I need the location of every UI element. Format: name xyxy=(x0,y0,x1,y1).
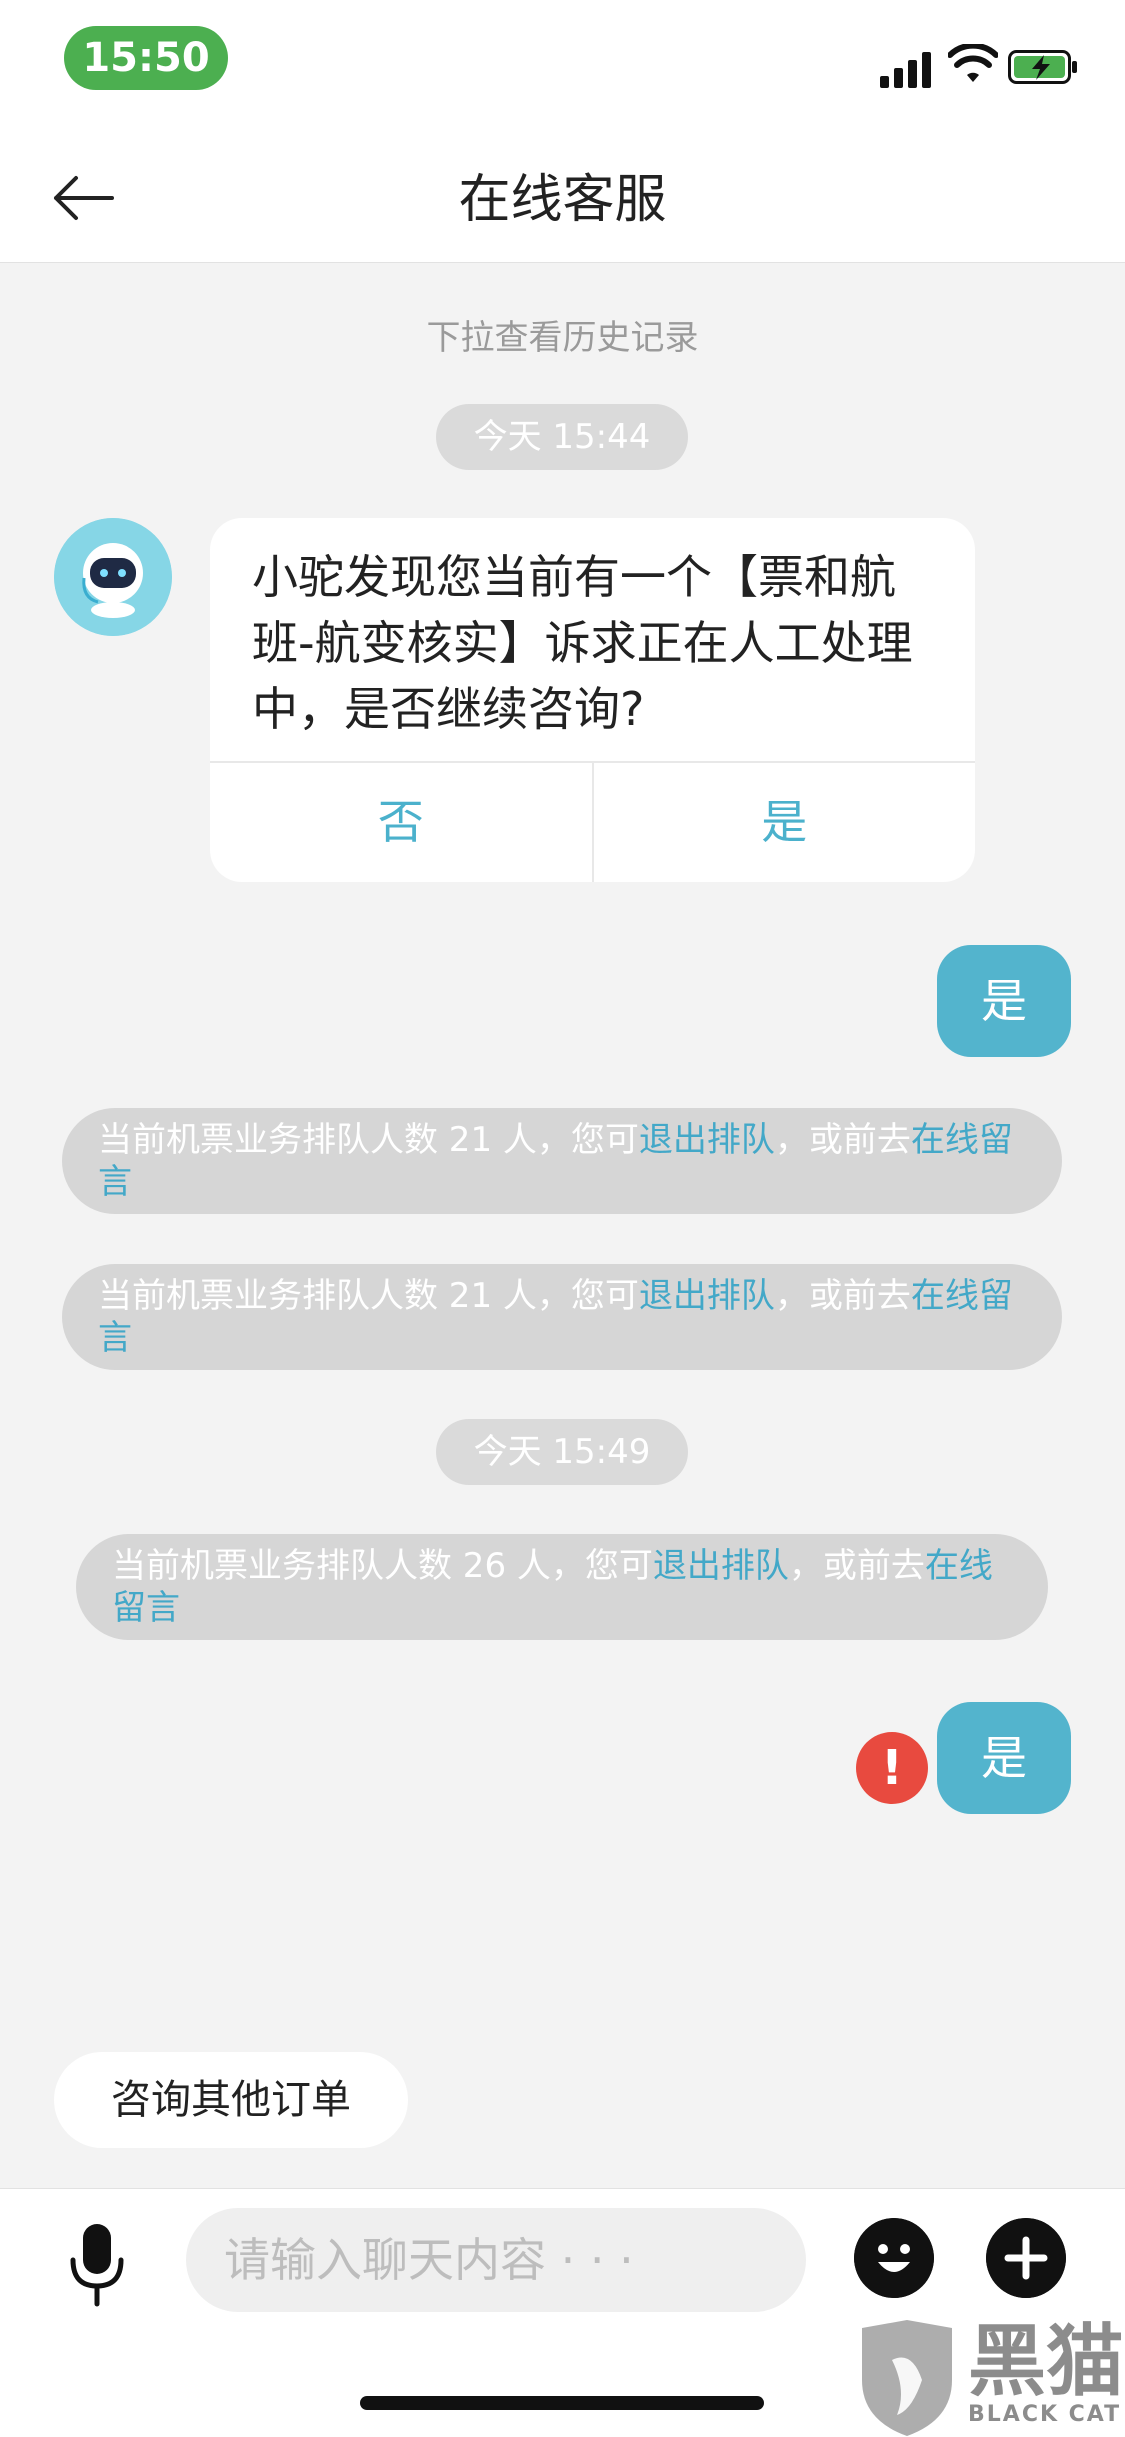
notice-text: 当前机票业务排队人数 21 人，您可 xyxy=(98,1120,639,1160)
microphone-icon[interactable] xyxy=(68,2222,126,2308)
plus-icon[interactable] xyxy=(986,2218,1066,2298)
watermark-brand: 黑猫 xyxy=(968,2317,1125,2407)
notice-text: 当前机票业务排队人数 21 人，您可 xyxy=(98,1276,639,1316)
notice-text: 当前机票业务排队人数 26 人，您可 xyxy=(112,1546,653,1586)
user-message-bubble: 是 xyxy=(937,945,1071,1057)
option-no-button[interactable]: 否 xyxy=(210,763,592,882)
option-yes-button[interactable]: 是 xyxy=(591,763,976,882)
history-hint[interactable]: 下拉查看历史记录 xyxy=(0,310,1125,359)
bot-message-card: 小驼发现您当前有一个【票和航班-航变核实】诉求正在人工处理中，是否继续咨询? 否… xyxy=(210,518,975,882)
wifi-icon xyxy=(948,44,998,82)
notice-text: ，或前去 xyxy=(788,1546,925,1586)
battery-charging-icon xyxy=(1008,50,1077,84)
bot-message-text: 小驼发现您当前有一个【票和航班-航变核实】诉求正在人工处理中，是否继续咨询? xyxy=(252,550,913,736)
watermark-brand-en: BLACK CAT xyxy=(968,2402,1122,2427)
consult-other-orders-button[interactable]: 咨询其他订单 xyxy=(54,2052,408,2148)
queue-notice: 当前机票业务排队人数 21 人，您可退出排队，或前去在线留言 xyxy=(62,1108,1062,1214)
queue-notice: 当前机票业务排队人数 21 人，您可退出排队，或前去在线留言 xyxy=(62,1264,1062,1370)
chat-input[interactable] xyxy=(186,2208,806,2312)
home-indicator xyxy=(360,2396,764,2410)
signal-icon xyxy=(880,48,932,88)
notice-text: ，或前去 xyxy=(774,1276,911,1316)
exit-queue-link[interactable]: 退出排队 xyxy=(639,1120,775,1160)
timestamp-pill: 今天 15:44 xyxy=(436,404,688,470)
user-message-bubble: 是 xyxy=(937,1702,1071,1814)
notice-text: ，或前去 xyxy=(774,1120,911,1160)
bot-avatar-icon xyxy=(54,518,172,636)
timestamp-pill: 今天 15:49 xyxy=(436,1419,688,1485)
status-time: 15:50 xyxy=(64,26,228,90)
exit-queue-link[interactable]: 退出排队 xyxy=(639,1276,775,1316)
page-title: 在线客服 xyxy=(458,170,667,230)
cat-logo-icon xyxy=(862,2320,952,2436)
exit-queue-link[interactable]: 退出排队 xyxy=(653,1546,789,1586)
emoji-icon[interactable] xyxy=(854,2218,934,2298)
queue-notice: 当前机票业务排队人数 26 人，您可退出排队，或前去在线留言 xyxy=(76,1534,1048,1640)
error-icon[interactable]: ! xyxy=(856,1732,928,1804)
bot-options: 否 是 xyxy=(210,761,975,882)
